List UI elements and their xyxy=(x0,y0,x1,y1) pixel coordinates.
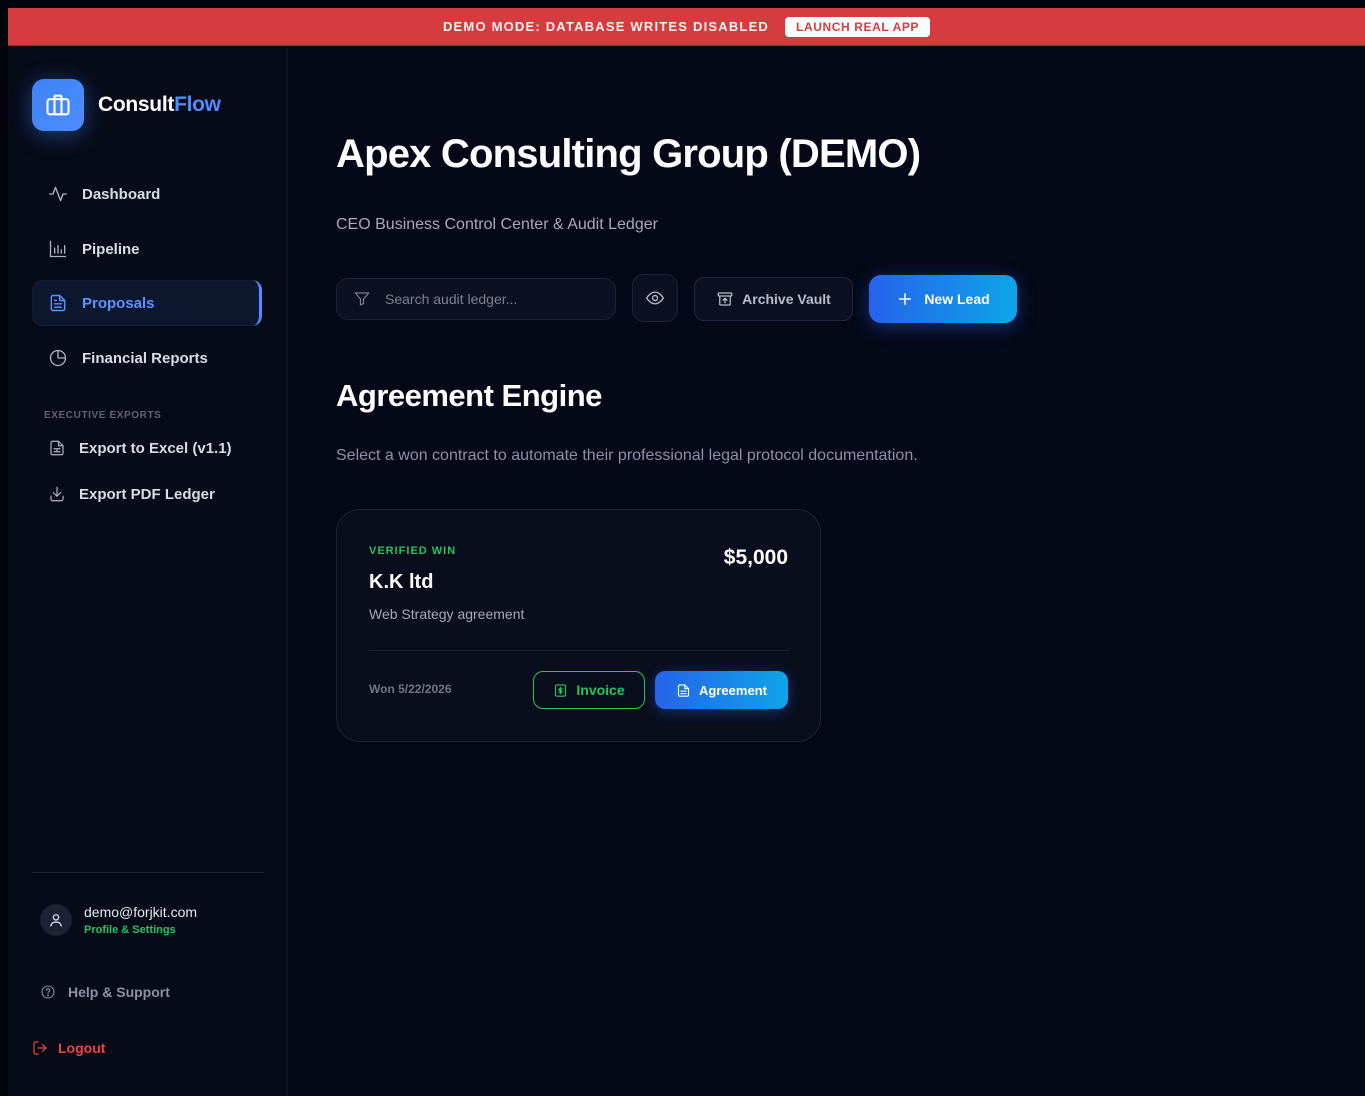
status-badge: VERIFIED WIN xyxy=(369,545,457,557)
brand[interactable]: ConsultFlow xyxy=(32,79,221,131)
section-description: Select a won contract to automate their … xyxy=(336,447,918,464)
client-name: K.K ltd xyxy=(369,571,434,593)
archive-vault-label: Archive Vault xyxy=(742,291,831,307)
sidebar: ConsultFlow Dashboard Pipeline Proposals… xyxy=(8,48,288,1096)
help-icon xyxy=(41,985,55,999)
archive-icon xyxy=(717,292,733,306)
document-icon xyxy=(50,294,66,312)
won-date: Won 5/22/2026 xyxy=(369,682,452,696)
brand-name: ConsultFlow xyxy=(98,93,221,116)
new-lead-label: New Lead xyxy=(924,291,990,307)
search-input[interactable] xyxy=(385,291,585,307)
sidebar-item-label: Financial Reports xyxy=(82,349,208,367)
demo-banner-text: DEMO MODE: DATABASE WRITES DISABLED xyxy=(442,19,770,34)
page-subtitle: CEO Business Control Center & Audit Ledg… xyxy=(336,216,658,233)
sidebar-item-financial-reports[interactable]: Financial Reports xyxy=(32,335,262,381)
archive-vault-button[interactable]: Archive Vault xyxy=(694,277,853,321)
logout-button[interactable]: Logout xyxy=(32,1040,105,1056)
document-icon xyxy=(677,683,690,697)
bar-chart-icon xyxy=(49,240,67,258)
visibility-toggle-button[interactable] xyxy=(632,274,678,322)
invoice-icon xyxy=(555,683,567,697)
profile-settings-link[interactable]: Profile & Settings xyxy=(84,924,197,936)
avatar xyxy=(40,904,72,936)
demo-banner: DEMO MODE: DATABASE WRITES DISABLED LAUN… xyxy=(8,8,1365,46)
section-title: Agreement Engine xyxy=(336,378,602,413)
help-support-link[interactable]: Help & Support xyxy=(40,984,170,1000)
page-title: Apex Consulting Group (DEMO) xyxy=(336,132,921,176)
help-label: Help & Support xyxy=(68,984,170,1000)
agreement-description: Web Strategy agreement xyxy=(369,606,525,622)
executive-exports-label: EXECUTIVE EXPORTS xyxy=(44,410,162,421)
user-profile[interactable]: demo@forjkit.com Profile & Settings xyxy=(40,904,197,936)
sidebar-item-pipeline[interactable]: Pipeline xyxy=(32,226,262,272)
export-pdf-button[interactable]: Export PDF Ledger xyxy=(48,485,215,503)
activity-icon xyxy=(49,186,68,202)
eye-icon xyxy=(645,291,665,305)
export-excel-label: Export to Excel (v1.1) xyxy=(79,439,232,457)
logout-label: Logout xyxy=(58,1040,106,1056)
plus-icon xyxy=(899,293,912,305)
sidebar-item-dashboard[interactable]: Dashboard xyxy=(32,171,262,217)
download-icon xyxy=(50,486,64,502)
launch-real-app-button[interactable]: LAUNCH REAL APP xyxy=(785,16,931,37)
agreement-button[interactable]: Agreement xyxy=(655,671,788,709)
user-icon xyxy=(50,914,62,927)
sidebar-item-label: Proposals xyxy=(82,294,155,312)
search-box[interactable] xyxy=(336,278,616,320)
agreement-label: Agreement xyxy=(699,682,767,698)
spreadsheet-icon xyxy=(50,440,64,456)
new-lead-button[interactable]: New Lead xyxy=(869,275,1017,323)
card-divider xyxy=(369,650,789,651)
contract-card[interactable]: VERIFIED WIN $5,000 K.K ltd Web Strategy… xyxy=(336,509,821,742)
invoice-label: Invoice xyxy=(576,682,625,698)
user-email: demo@forjkit.com xyxy=(84,904,198,920)
sidebar-item-label: Dashboard xyxy=(82,185,161,203)
export-pdf-label: Export PDF Ledger xyxy=(79,485,215,503)
app-frame: DEMO MODE: DATABASE WRITES DISABLED LAUN… xyxy=(8,8,1365,1096)
sidebar-item-label: Pipeline xyxy=(82,240,140,258)
logout-icon xyxy=(33,1041,47,1055)
export-excel-button[interactable]: Export to Excel (v1.1) xyxy=(48,439,232,457)
sidebar-divider xyxy=(32,872,264,873)
filter-icon xyxy=(354,292,370,306)
sidebar-item-proposals[interactable]: Proposals xyxy=(32,280,262,326)
invoice-button[interactable]: Invoice xyxy=(533,671,645,709)
contract-amount: $5,000 xyxy=(723,546,788,569)
pie-chart-icon xyxy=(49,349,67,367)
briefcase-icon xyxy=(32,79,84,131)
